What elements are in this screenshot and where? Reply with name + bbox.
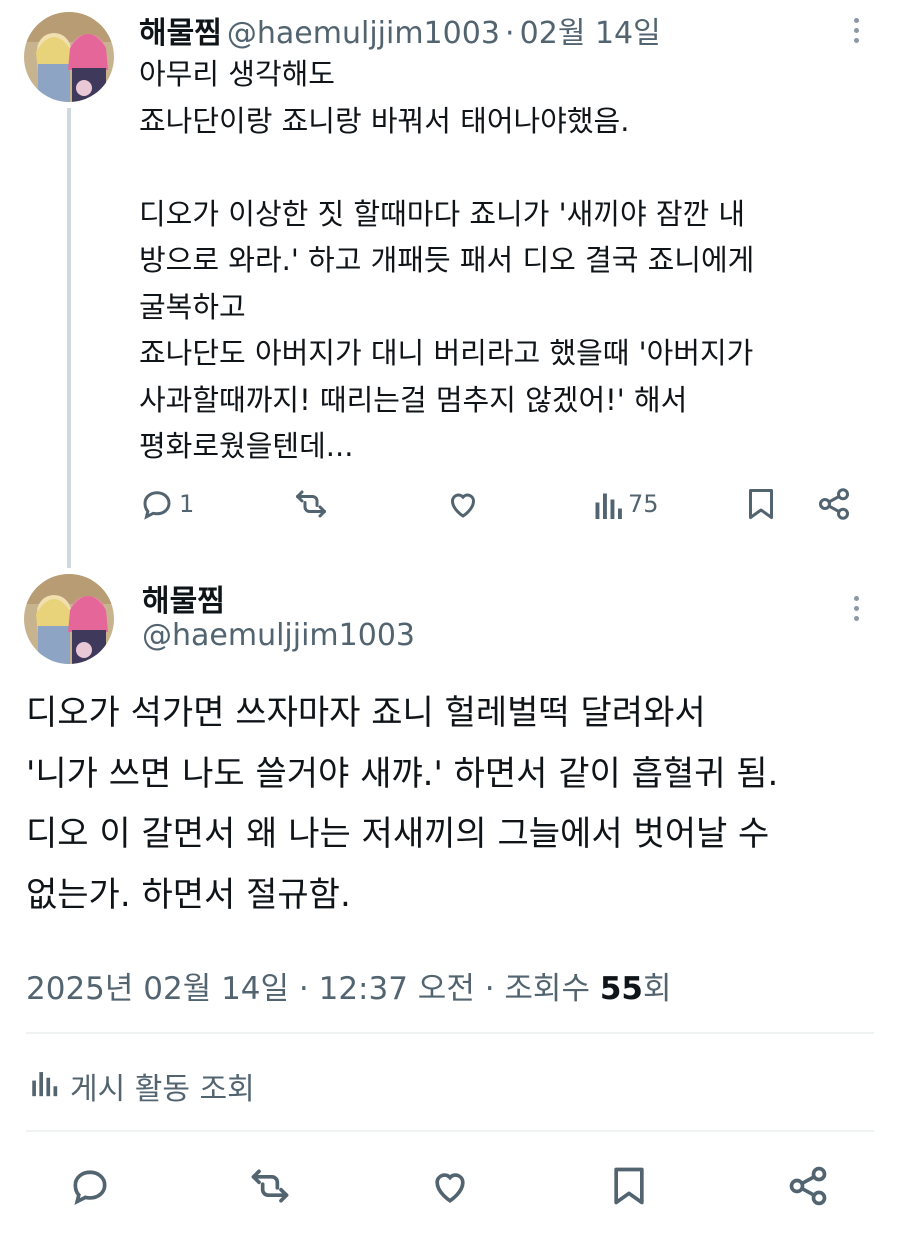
analytics-icon [30,1065,60,1107]
share-button[interactable] [786,1164,830,1208]
tweet-timestamp[interactable]: 2025년 02월 14일 · 12:37 오전 · 조회수 55회 [26,963,672,1008]
share-icon [786,1164,830,1208]
divider [26,1130,874,1132]
reply-icon [68,1164,112,1208]
parent-tweet-text: 아무리 생각해도 죠나단이랑 죠니랑 바꿔서 태어나야했음. 디오가 이상한 짓… [139,57,755,463]
retweet-button[interactable] [246,1164,294,1208]
reply-icon [139,486,175,522]
divider [26,1032,874,1034]
like-icon [444,486,482,522]
retweet-icon [246,1164,294,1208]
bookmark-button[interactable] [746,486,776,522]
share-button[interactable] [816,486,852,522]
handle[interactable]: @haemuljjim1003 [227,16,500,51]
display-name[interactable]: 해물찜 [142,576,225,620]
reply-button[interactable]: 1 [139,486,194,522]
like-button[interactable] [427,1164,473,1208]
activity-label: 게시 활동 조회 [70,1072,255,1107]
post-activity-link[interactable]: 게시 활동 조회 [30,1064,255,1108]
reply-button[interactable] [68,1164,112,1208]
share-icon [816,486,852,522]
view-count: 75 [628,490,659,518]
views-button[interactable]: 75 [594,486,659,522]
view-count: 55 [599,971,643,1007]
timestamp-text: 2025년 02월 14일 · 12:37 오전 · 조회수 [26,971,600,1007]
retweet-button[interactable] [292,486,330,522]
reply-count: 1 [179,490,195,518]
views-icon [594,486,624,522]
parent-tweet-header: 해물찜 @haemuljjim1003 · 02월 14일 [139,8,661,52]
retweet-icon [292,486,330,522]
handle[interactable]: @haemuljjim1003 [142,618,415,653]
tweet-date[interactable]: 02월 14일 [520,16,661,51]
separator: · [505,16,515,51]
bookmark-icon [746,486,776,522]
thread-connector [67,108,71,568]
views-suffix: 회 [642,971,672,1007]
like-button[interactable] [444,486,482,522]
like-icon [427,1164,473,1208]
display-name[interactable]: 해물찜 [139,16,222,51]
bookmark-button[interactable] [610,1164,648,1208]
more-icon[interactable] [846,596,866,621]
avatar[interactable] [24,574,114,664]
main-tweet-text: 디오가 석가면 쓰자마자 죠니 헐레벌떡 달려와서 '니가 쓰면 나도 쓸거야 … [26,693,779,915]
bookmark-icon [610,1164,648,1208]
more-icon[interactable] [846,18,866,43]
avatar[interactable] [24,12,114,102]
